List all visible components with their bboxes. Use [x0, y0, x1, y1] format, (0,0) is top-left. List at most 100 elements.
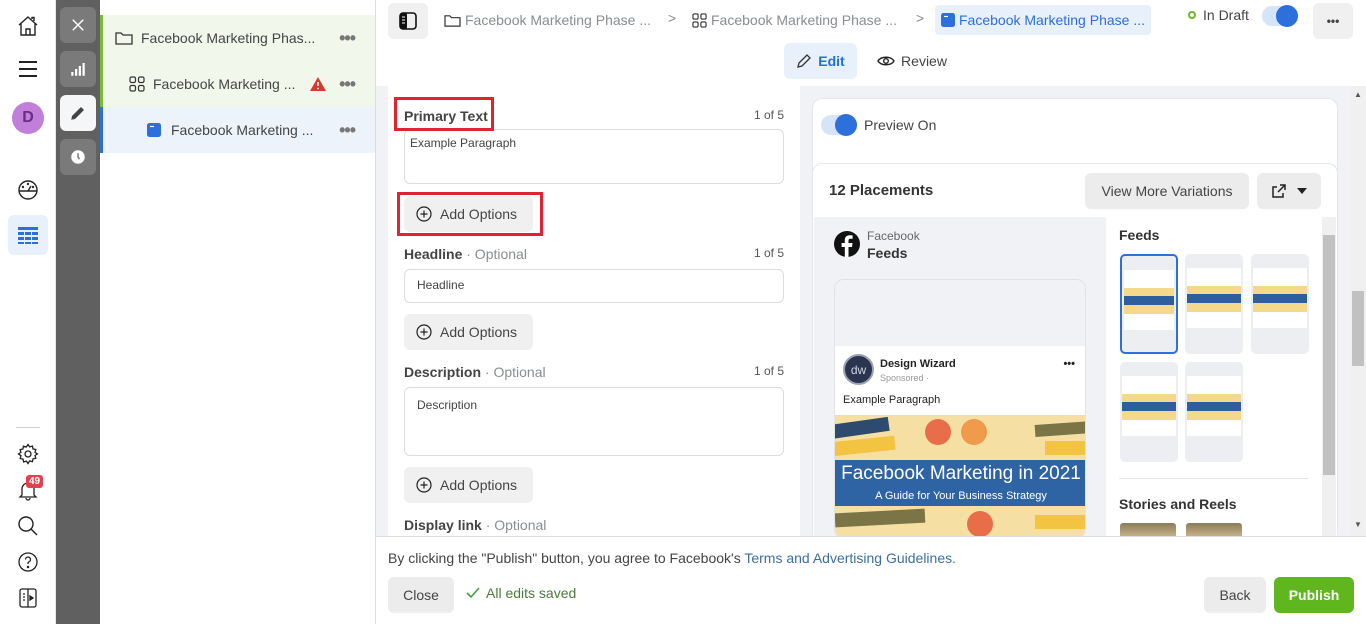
highlight-add-options [397, 192, 543, 236]
folder-icon [444, 14, 461, 27]
pencil-icon [797, 54, 812, 68]
image-subtitle: A Guide for Your Business Strategy [875, 490, 1047, 502]
tree-item-ad[interactable]: Facebook Marketing ... ••• [100, 107, 375, 153]
sidebar-toggle-icon [399, 12, 417, 30]
bar-chart-icon[interactable] [60, 51, 96, 87]
description-label-text: Description [404, 364, 482, 380]
more-actions-button[interactable]: ••• [1313, 3, 1353, 39]
ad-icon [147, 123, 161, 137]
tree-item-adset[interactable]: Facebook Marketing ... ••• [100, 61, 375, 107]
sidebar-toggle-button[interactable] [388, 3, 428, 39]
thumbnail-feed-1[interactable] [1120, 254, 1178, 354]
breadcrumb-label: Facebook Marketing Phase ... [959, 12, 1145, 28]
review-tab[interactable]: Review [870, 43, 954, 79]
close-button[interactable]: Close [388, 577, 454, 613]
post-text: Example Paragraph [843, 394, 941, 406]
panel-toggle-icon[interactable] [8, 578, 48, 618]
breadcrumb-separator: > [916, 10, 925, 26]
add-options-description-button[interactable]: Add Options [404, 467, 533, 503]
plus-circle-icon [416, 324, 432, 340]
close-icon[interactable] [60, 7, 96, 43]
breadcrumb-label: Facebook Marketing Phase ... [711, 12, 897, 28]
preview-toggle[interactable] [821, 114, 857, 136]
breadcrumb-campaign[interactable]: Facebook Marketing Phase ... [444, 5, 651, 35]
thumbnail-feed-5[interactable] [1185, 362, 1243, 462]
external-link-icon [1272, 184, 1286, 198]
feeds-heading: Feeds [1119, 227, 1160, 243]
optional-tag: · Optional [481, 517, 547, 533]
add-options-label: Add Options [440, 477, 518, 493]
description-label: Description · Optional [404, 364, 546, 380]
edit-tab[interactable]: Edit [784, 43, 857, 79]
thumbnail-feed-4[interactable] [1120, 362, 1178, 462]
primary-text-count: 1 of 5 [753, 108, 784, 122]
search-icon[interactable] [8, 506, 48, 546]
save-status-label: All edits saved [486, 585, 577, 601]
placement-label: Feeds [867, 245, 908, 261]
pencil-icon[interactable] [60, 95, 96, 131]
preview-toggle-label: Preview On [864, 117, 937, 133]
left-nav-rail: D 49 [0, 0, 56, 624]
thumbnail-feed-2[interactable] [1185, 254, 1243, 354]
scroll-up-icon[interactable]: ▲ [1354, 90, 1362, 99]
campaign-tree: Facebook Marketing Phas... ••• Facebook … [100, 0, 376, 624]
avatar[interactable]: D [12, 102, 44, 134]
share-dropdown-button[interactable] [1257, 173, 1321, 209]
terms-link[interactable]: Terms and Advertising Guidelines. [744, 550, 956, 566]
thumbnail-story-1[interactable] [1120, 523, 1176, 537]
placement-thumbnails: Feeds Stories and Reels [1106, 217, 1322, 537]
optional-tag: · Optional [462, 246, 527, 262]
mockup-header [835, 280, 1085, 346]
back-button[interactable]: Back [1204, 577, 1266, 613]
post-more-icon: ••• [1063, 358, 1075, 370]
help-icon[interactable] [8, 542, 48, 582]
clock-icon[interactable] [60, 139, 96, 175]
more-options-icon[interactable]: ••• [339, 120, 356, 141]
dashboard-gauge-icon[interactable] [8, 170, 48, 210]
facebook-logo-icon [834, 231, 860, 257]
home-icon[interactable] [8, 6, 48, 46]
thumbnail-story-2[interactable] [1186, 523, 1242, 537]
status-dot-icon [1188, 11, 1196, 19]
more-options-icon[interactable]: ••• [339, 74, 356, 95]
edit-tab-label: Edit [818, 53, 845, 69]
breadcrumb-separator: > [668, 10, 677, 26]
breadcrumb-adset[interactable]: Facebook Marketing Phase ... [692, 5, 897, 35]
top-bar: Facebook Marketing Phase ... > Facebook … [376, 0, 1366, 40]
breadcrumb-ad[interactable]: Facebook Marketing Phase ... [935, 5, 1151, 35]
ad-mockup: dw Design Wizard Sponsored · ••• Example… [834, 279, 1086, 539]
scroll-down-icon[interactable]: ▼ [1354, 520, 1362, 529]
plus-circle-icon [416, 477, 432, 493]
view-more-variations-button[interactable]: View More Variations [1085, 173, 1249, 209]
headline-label: Headline · Optional [404, 246, 527, 262]
warning-icon [310, 77, 326, 91]
draft-status: In Draft [1188, 7, 1249, 23]
rail-divider [16, 427, 40, 428]
thumbnail-feed-3[interactable] [1251, 254, 1309, 354]
footer-bar: By clicking the "Publish" button, you ag… [376, 536, 1366, 624]
caret-down-icon [1297, 188, 1307, 194]
notification-badge: 49 [26, 475, 44, 488]
page-avatar: dw [843, 354, 874, 385]
thumbnails-scrollbar[interactable] [1322, 217, 1336, 537]
publish-notice-text: By clicking the "Publish" button, you ag… [388, 550, 745, 566]
image-title: Facebook Marketing in 2021 [841, 463, 1081, 484]
primary-text-input[interactable]: Example Paragraph [404, 129, 784, 184]
add-options-label: Add Options [440, 324, 518, 340]
more-options-icon[interactable]: ••• [339, 28, 356, 49]
breadcrumb-label: Facebook Marketing Phase ... [465, 12, 651, 28]
add-options-headline-button[interactable]: Add Options [404, 314, 533, 350]
publish-button[interactable]: Publish [1274, 577, 1354, 613]
settings-gear-icon[interactable] [8, 434, 48, 474]
menu-icon[interactable] [8, 49, 48, 89]
tool-strip [56, 0, 100, 624]
grid-icon [129, 76, 145, 92]
headline-input[interactable]: Headline [404, 269, 784, 303]
description-input[interactable]: Description [404, 387, 784, 456]
folder-icon [115, 32, 133, 45]
preview-scrollbar[interactable]: ▲ ▼ [1350, 86, 1366, 536]
draft-toggle[interactable] [1262, 5, 1298, 27]
ad-icon [941, 13, 955, 27]
tree-item-campaign[interactable]: Facebook Marketing Phas... ••• [100, 15, 375, 61]
table-grid-icon[interactable] [8, 215, 48, 255]
